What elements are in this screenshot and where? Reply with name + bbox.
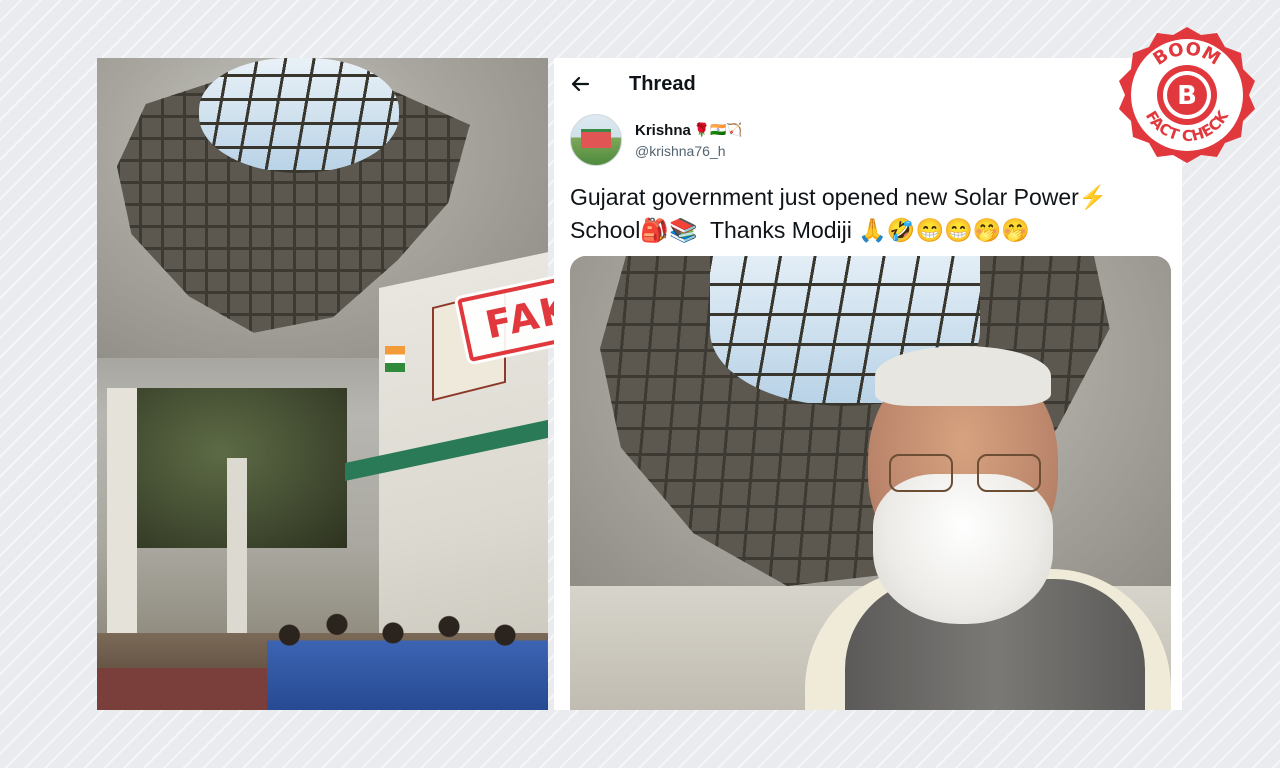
author-emojis: 🌹🇮🇳🏹 [693,122,743,138]
desk [97,668,287,710]
white-beard [873,474,1053,624]
thread-header: Thread [554,58,1182,110]
boom-fact-check-logo: BOOM B FACT CHECK [1117,25,1257,165]
ceiling-hole [199,58,399,173]
avatar-building [581,129,611,148]
tweet-author: Krishna 🌹🇮🇳🏹 @krishna76_h [570,114,742,166]
avatar[interactable] [570,114,622,166]
arrow-left-icon[interactable] [569,73,591,95]
flag-painting [385,346,405,372]
pillar [227,458,247,658]
logo-letter: B [1177,81,1197,111]
author-name-line[interactable]: Krishna 🌹🇮🇳🏹 [635,122,742,139]
white-hair [875,346,1051,406]
author-info: Krishna 🌹🇮🇳🏹 @krishna76_h [635,122,742,159]
original-classroom-photo [97,58,548,710]
left-lens [889,454,953,492]
glasses-icon [885,454,1041,492]
right-lens [977,454,1041,492]
thread-title: Thread [629,72,696,95]
seated-students [267,603,547,710]
author-handle[interactable]: @krishna76_h [635,143,742,159]
tweet-image[interactable] [570,256,1171,710]
tweet-screenshot: Thread Krishna 🌹🇮🇳🏹 @krishna76_h Gujarat… [554,58,1182,710]
tweet-text: Gujarat government just opened new Solar… [570,184,1108,243]
author-name[interactable]: Krishna [635,122,691,139]
man-portrait [725,346,1171,710]
